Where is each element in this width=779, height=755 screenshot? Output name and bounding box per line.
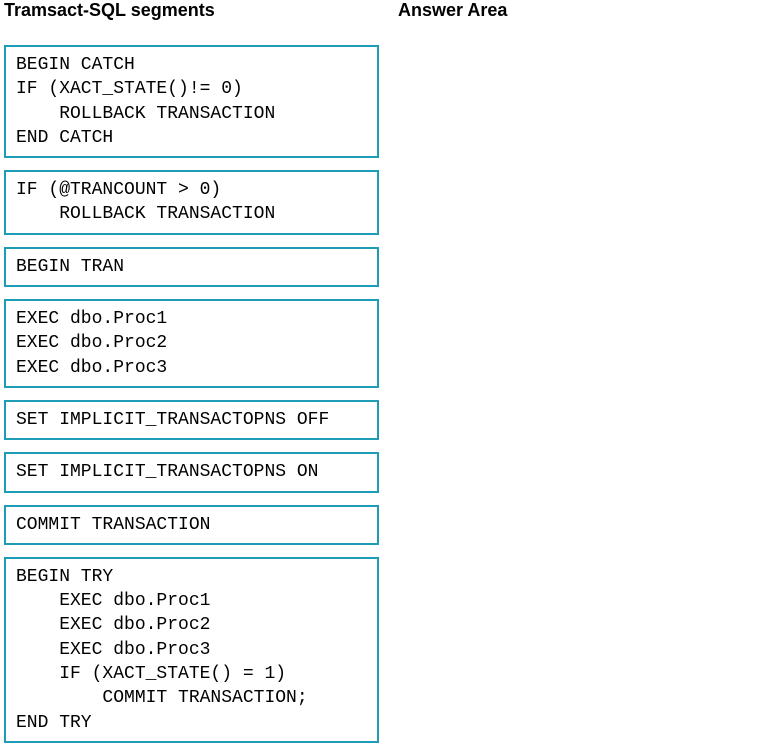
sql-segment[interactable]: BEGIN TRY EXEC dbo.Proc1 EXEC dbo.Proc2 … xyxy=(4,557,379,743)
sql-segment[interactable]: SET IMPLICIT_TRANSACTOPNS OFF xyxy=(4,400,379,440)
sql-segment[interactable]: IF (@TRANCOUNT > 0) ROLLBACK TRANSACTION xyxy=(4,170,379,235)
segments-column-header: Tramsact-SQL segments xyxy=(4,0,215,21)
sql-segment[interactable]: COMMIT TRANSACTION xyxy=(4,505,379,545)
sql-segment[interactable]: EXEC dbo.Proc1 EXEC dbo.Proc2 EXEC dbo.P… xyxy=(4,299,379,388)
sql-segment[interactable]: BEGIN TRAN xyxy=(4,247,379,287)
segments-list: BEGIN CATCH IF (XACT_STATE()!= 0) ROLLBA… xyxy=(4,45,379,755)
sql-segment[interactable]: BEGIN CATCH IF (XACT_STATE()!= 0) ROLLBA… xyxy=(4,45,379,158)
sql-segment[interactable]: SET IMPLICIT_TRANSACTOPNS ON xyxy=(4,452,379,492)
answer-area-dropzone[interactable] xyxy=(398,45,773,705)
answer-area-column-header: Answer Area xyxy=(398,0,507,21)
